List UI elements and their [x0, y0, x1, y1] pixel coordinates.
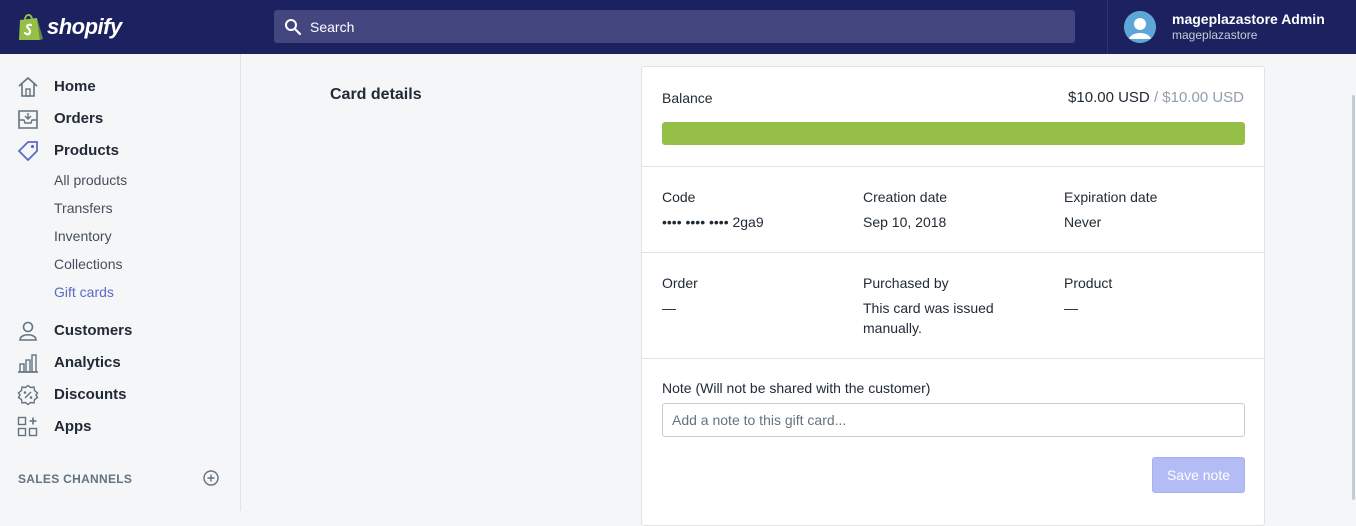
search-icon — [285, 18, 302, 35]
sidebar-item-home[interactable]: Home — [0, 72, 240, 100]
balance-label: Balance — [662, 90, 713, 106]
note-label: Note (Will not be shared with the custom… — [662, 380, 931, 396]
purchase-info-section: Order — Purchased by This card was issue… — [642, 253, 1264, 359]
card-info-section: Code •••• •••• •••• 2ga9 Creation date S… — [642, 167, 1264, 253]
apps-icon — [17, 416, 38, 437]
balance-separator: / — [1153, 89, 1159, 106]
expiration-date-label: Expiration date — [1064, 189, 1158, 205]
balance-bar — [662, 122, 1245, 145]
order-label: Order — [662, 275, 698, 291]
creation-date-value: Sep 10, 2018 — [863, 214, 947, 230]
shopify-logo[interactable]: shopify — [0, 0, 241, 54]
sidebar-subitem-all-products[interactable]: All products — [54, 172, 127, 188]
sidebar-item-label: Home — [54, 77, 96, 95]
balance-value: $10.00 USD / $10.00 USD — [1068, 88, 1244, 108]
balance-section: Balance $10.00 USD / $10.00 USD — [642, 67, 1264, 167]
sidebar-item-apps[interactable]: Apps — [0, 412, 240, 440]
sidebar-item-label: Apps — [54, 417, 92, 435]
sidebar-item-label: Products — [54, 141, 120, 159]
user-name: mageplazastore Admin — [1172, 11, 1325, 27]
sidebar-item-customers[interactable]: Customers — [0, 316, 240, 344]
sidebar: Home Orders Products All products Transf… — [0, 54, 241, 511]
avatar — [1124, 11, 1156, 43]
sales-channels-label: SALES CHANNELS — [18, 472, 133, 486]
code-label: Code — [662, 189, 696, 205]
shopify-bag-icon — [19, 14, 43, 40]
chart-icon — [18, 354, 38, 373]
sidebar-item-products[interactable]: Products — [0, 136, 240, 164]
scrollbar-thumb[interactable] — [1352, 95, 1355, 500]
sidebar-subitem-gift-cards[interactable]: Gift cards — [54, 284, 114, 300]
balance-bar-fill — [662, 122, 1245, 145]
tag-icon — [17, 141, 38, 162]
sidebar-item-label: Discounts — [54, 385, 127, 403]
main-content: Card details Balance $10.00 USD / $10.00… — [242, 54, 1356, 526]
product-value: — — [1064, 300, 1078, 316]
sidebar-subitem-inventory[interactable]: Inventory — [54, 228, 112, 244]
user-avatar-icon — [1124, 11, 1156, 43]
sidebar-item-label: Customers — [54, 321, 133, 339]
gift-card-details-card: Balance $10.00 USD / $10.00 USD Code •••… — [641, 66, 1265, 526]
sidebar-item-orders[interactable]: Orders — [0, 104, 240, 132]
sidebar-item-label: Orders — [54, 109, 104, 127]
section-title: Card details — [330, 86, 422, 103]
home-icon — [18, 76, 38, 97]
add-channel-icon[interactable] — [203, 470, 219, 486]
code-value: •••• •••• •••• 2ga9 — [662, 214, 764, 230]
user-store: mageplazastore — [1172, 28, 1258, 42]
sidebar-item-analytics[interactable]: Analytics — [0, 348, 240, 376]
sidebar-subitem-transfers[interactable]: Transfers — [54, 200, 113, 216]
expiration-date-value: Never — [1064, 214, 1102, 230]
sidebar-subitem-collections[interactable]: Collections — [54, 256, 122, 272]
discount-icon — [17, 384, 39, 406]
search-input[interactable]: Search — [274, 10, 1075, 43]
order-value: — — [662, 300, 676, 316]
user-menu[interactable]: mageplazastore Admin mageplazastore — [1107, 0, 1356, 54]
save-note-button[interactable]: Save note — [1152, 457, 1245, 493]
sidebar-item-label: Analytics — [54, 353, 121, 371]
brand-name: shopify — [47, 14, 122, 39]
orders-icon — [18, 110, 38, 129]
creation-date-label: Creation date — [863, 189, 948, 205]
balance-initial: $10.00 USD — [1162, 89, 1244, 106]
purchased-by-label: Purchased by — [863, 275, 949, 291]
sidebar-item-discounts[interactable]: Discounts — [0, 380, 240, 408]
note-input[interactable] — [662, 403, 1245, 437]
top-bar: shopify Search mageplazastore Admin mage… — [0, 0, 1356, 54]
balance-current: $10.00 USD — [1068, 89, 1150, 106]
search-placeholder: Search — [310, 18, 355, 35]
purchased-by-value: This card was issued manually. — [863, 300, 994, 336]
product-label: Product — [1064, 275, 1113, 291]
person-icon — [19, 321, 37, 341]
